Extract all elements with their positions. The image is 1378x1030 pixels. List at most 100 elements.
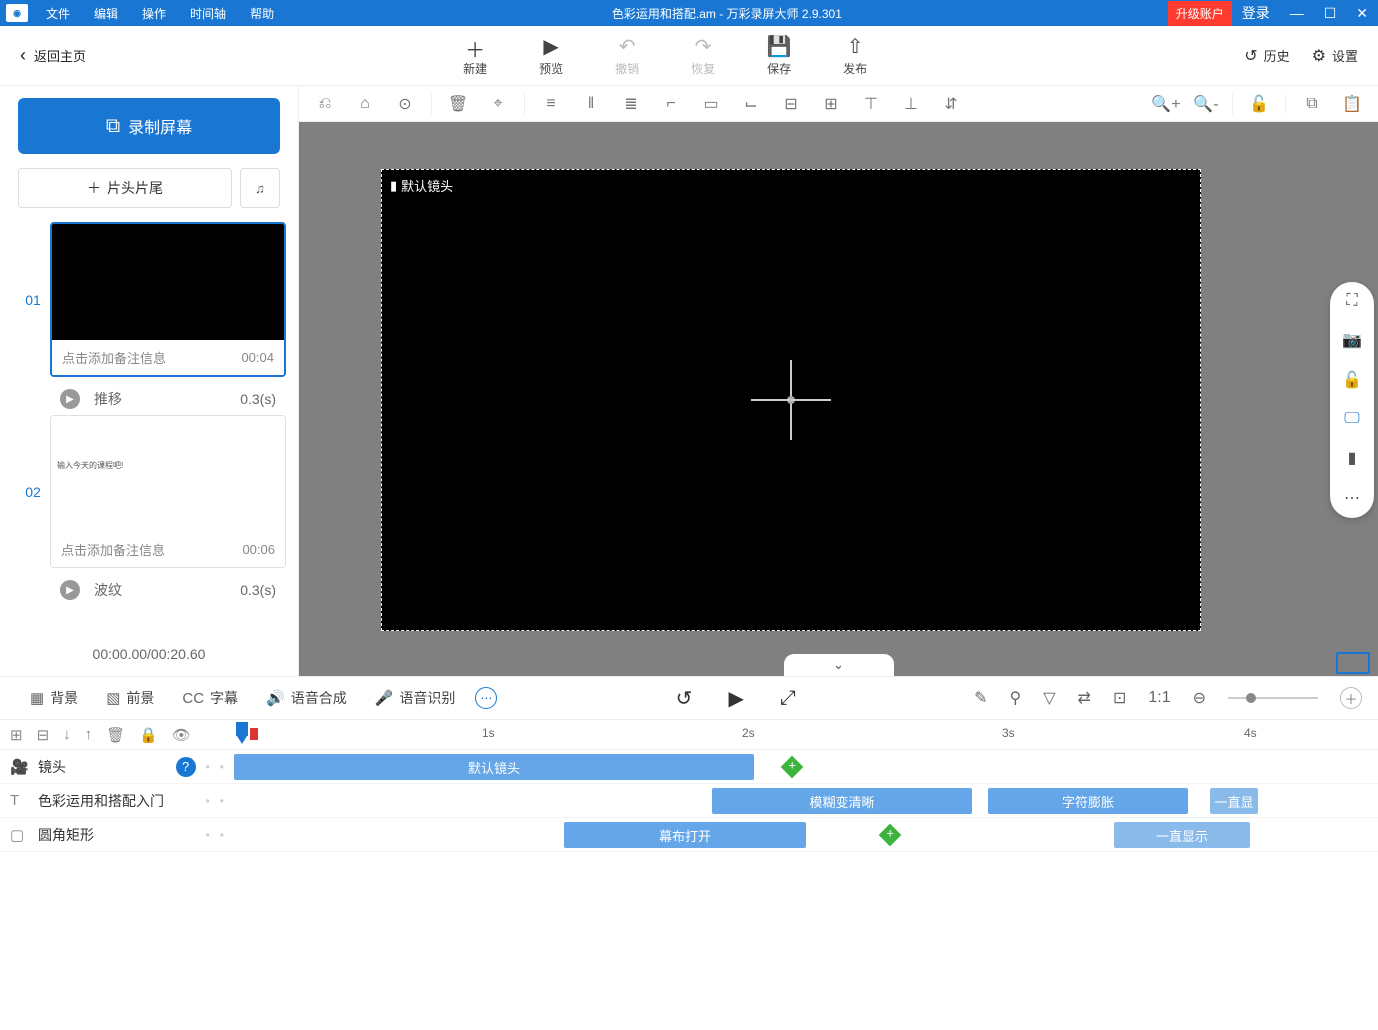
align-tool-icon[interactable]: ⎌ [307, 90, 343, 118]
focus-icon[interactable]: ⌖ [480, 90, 516, 118]
add-track-button[interactable]: ＋ [1340, 687, 1362, 709]
record-screen-button[interactable]: ⧉ 录制屏幕 [18, 98, 280, 154]
more-icon[interactable]: ⋯ [1344, 488, 1360, 508]
tab-前景[interactable]: ▧前景 [92, 688, 168, 708]
canvas-stage[interactable]: ▮默认镜头 ⌄ ⛶ 📷 🔓 🖵 ▮ ⋯ [299, 122, 1378, 676]
more-tool-icon[interactable]: ⊙ [387, 90, 423, 118]
display-icon[interactable]: 🖵 [1344, 410, 1359, 428]
tab-背景[interactable]: ▦背景 [16, 688, 92, 708]
zoom-slider[interactable] [1228, 697, 1318, 699]
align-center-h-icon[interactable]: ‖ [573, 90, 609, 118]
align-t2-icon[interactable]: ⊤ [853, 90, 889, 118]
filter-icon[interactable]: ▽ [1043, 688, 1055, 708]
transition-row[interactable]: ▶波纹0.3(s) [16, 574, 286, 606]
eye-icon[interactable]: 👁 [172, 726, 191, 744]
toolbar-发布-button[interactable]: ⇧发布 [817, 34, 893, 77]
minimize-button[interactable]: — [1280, 5, 1314, 21]
folder-add-icon[interactable]: ⊞ [10, 726, 23, 744]
upgrade-button[interactable]: 升级账户 [1168, 1, 1232, 26]
bracket-icon[interactable]: ⊡ [1113, 688, 1126, 708]
add-clip-button[interactable] [879, 824, 902, 847]
zoom-minus-icon[interactable]: ⊖ [1193, 688, 1206, 708]
clip[interactable]: 幕布打开 [564, 822, 806, 848]
play-transition-icon[interactable]: ▶ [60, 389, 80, 409]
expand-panel-button[interactable]: ⌄ [784, 654, 894, 676]
home-icon[interactable]: ⌂ [347, 90, 383, 118]
lock-icon[interactable]: 🔒 [139, 726, 158, 744]
delete-icon[interactable]: 🗑 [106, 726, 125, 744]
phone-icon[interactable]: ▮ [1348, 448, 1357, 468]
scene-thumbnail[interactable]: 输入今天的课程吧! [51, 416, 285, 532]
unlock-icon[interactable]: 🔓 [1342, 370, 1362, 390]
edit-icon[interactable]: ✎ [974, 688, 987, 708]
fullscreen-play-button[interactable]: ⤢ [780, 687, 796, 710]
fullscreen-icon[interactable]: ⛶ [1346, 292, 1357, 310]
login-button[interactable]: 登录 [1232, 3, 1280, 23]
menu-help[interactable]: 帮助 [238, 5, 286, 22]
more-tabs-button[interactable]: ⋯ [475, 687, 497, 709]
play-button[interactable]: ▶ [728, 686, 743, 711]
video-frame[interactable]: ▮默认镜头 [381, 169, 1201, 631]
scene-note[interactable]: 点击添加备注信息 [61, 540, 165, 559]
maximize-button[interactable]: ☐ [1314, 5, 1347, 22]
ratio-icon[interactable]: 1:1 [1148, 689, 1170, 707]
track-body[interactable]: 默认镜头 [234, 750, 1378, 783]
play-transition-icon[interactable]: ▶ [60, 580, 80, 600]
zoom-in-icon[interactable]: 🔍+ [1148, 90, 1184, 118]
settings2-icon[interactable]: ⇄ [1078, 688, 1091, 708]
align-top-icon[interactable]: ⌐ [653, 90, 689, 118]
clip[interactable]: 一直显示 [1114, 822, 1250, 848]
track-name[interactable]: 色彩运用和搭配入门 [38, 791, 196, 811]
transition-row[interactable]: ▶推移0.3(s) [16, 383, 286, 415]
history-button[interactable]: ↺历史 [1244, 46, 1289, 66]
copy-icon[interactable]: ⧉ [1294, 90, 1330, 118]
rewind-button[interactable]: ↺ [676, 686, 693, 711]
clip[interactable]: 字符膨胀 [988, 788, 1188, 814]
align-right-icon[interactable]: ≣ [613, 90, 649, 118]
aspect-indicator[interactable] [1336, 652, 1370, 674]
tab-语音识别[interactable]: 🎤语音识别 [361, 688, 470, 708]
tab-语音合成[interactable]: 🔊语音合成 [252, 688, 361, 708]
unlock-canvas-icon[interactable]: 🔓 [1241, 90, 1277, 118]
marker-icon[interactable]: ⚲ [1010, 688, 1022, 708]
menu-timeline[interactable]: 时间轴 [178, 5, 238, 22]
track-body[interactable]: 模糊变清晰字符膨胀一直显 [234, 784, 1378, 817]
paste-icon[interactable]: 📋 [1334, 90, 1370, 118]
track-name[interactable]: 镜头 [38, 757, 166, 777]
trash-icon[interactable]: 🗑 [440, 90, 476, 118]
toolbar-新建-button[interactable]: ＋新建 [437, 34, 513, 77]
toolbar-预览-button[interactable]: ▶预览 [513, 34, 589, 77]
scene-item[interactable]: 01点击添加备注信息00:04 [16, 222, 286, 377]
align-left-icon[interactable]: ≡ [533, 90, 569, 118]
clip[interactable]: 模糊变清晰 [712, 788, 972, 814]
clip[interactable]: 一直显 [1210, 788, 1258, 814]
titles-button[interactable]: ＋片头片尾 [18, 168, 232, 208]
align-bottom-icon[interactable]: ⌙ [733, 90, 769, 118]
zoom-out-icon[interactable]: 🔍- [1188, 90, 1224, 118]
time-ruler[interactable]: 1s 2s 3s 4s [234, 720, 1378, 750]
back-home-button[interactable]: ‹ 返回主页 [0, 45, 106, 66]
marker-red[interactable] [250, 728, 258, 740]
menu-action[interactable]: 操作 [130, 5, 178, 22]
distribute-v-icon[interactable]: ⊞ [813, 90, 849, 118]
arrow-down-icon[interactable]: ↓ [63, 726, 71, 743]
music-button[interactable]: ♫ [240, 168, 280, 208]
toolbar-保存-button[interactable]: 💾保存 [741, 34, 817, 77]
align-middle-icon[interactable]: ▭ [693, 90, 729, 118]
folder-open-icon[interactable]: ⊟ [37, 726, 50, 744]
menu-edit[interactable]: 编辑 [82, 5, 130, 22]
scene-item[interactable]: 02输入今天的课程吧!点击添加备注信息00:06 [16, 415, 286, 568]
track-name[interactable]: 圆角矩形 [38, 825, 196, 845]
tab-字幕[interactable]: CC字幕 [168, 688, 252, 708]
close-button[interactable]: ✕ [1346, 5, 1378, 22]
camera-icon[interactable]: 📷 [1342, 330, 1362, 350]
align-b2-icon[interactable]: ⊥ [893, 90, 929, 118]
track-body[interactable]: 幕布打开 一直显示 [234, 818, 1378, 851]
settings-button[interactable]: ⚙设置 [1312, 46, 1358, 66]
distribute-h-icon[interactable]: ⊟ [773, 90, 809, 118]
scene-thumbnail[interactable] [52, 224, 284, 340]
align-m2-icon[interactable]: ⇵ [933, 90, 969, 118]
arrow-up-icon[interactable]: ↑ [85, 726, 93, 743]
playhead[interactable] [236, 722, 248, 736]
menu-file[interactable]: 文件 [34, 5, 82, 22]
